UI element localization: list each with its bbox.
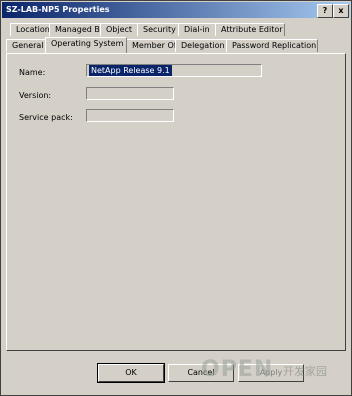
service-pack-label: Service pack:: [19, 113, 73, 122]
title-bar: SZ-LAB-NP5 Properties ? x: [2, 2, 350, 18]
window-title: SZ-LAB-NP5 Properties: [6, 5, 110, 14]
properties-dialog: SZ-LAB-NP5 Properties ? x Location Manag…: [0, 0, 352, 396]
tab-password-replication[interactable]: Password Replication: [226, 39, 318, 52]
tab-location[interactable]: Location: [10, 23, 50, 36]
name-field[interactable]: NetApp Release 9.1: [86, 64, 262, 77]
help-button[interactable]: ?: [317, 4, 333, 18]
name-label: Name:: [19, 68, 46, 77]
tab-managed-by[interactable]: Managed By: [49, 23, 105, 36]
tab-general[interactable]: General: [6, 39, 46, 52]
tab-panel-operating-system: Name: NetApp Release 9.1 Version: Servic…: [6, 53, 346, 351]
name-value: NetApp Release 9.1: [89, 65, 172, 76]
ok-button[interactable]: OK: [97, 363, 165, 383]
close-button[interactable]: x: [333, 4, 349, 18]
tab-attribute-editor[interactable]: Attribute Editor: [215, 23, 285, 36]
tab-operating-system[interactable]: Operating System: [45, 37, 127, 53]
tab-delegation[interactable]: Delegation: [175, 39, 227, 52]
tab-dial-in[interactable]: Dial-in: [178, 23, 216, 36]
version-label: Version:: [19, 91, 52, 100]
watermark-cn: 开发家园: [283, 365, 327, 378]
version-field[interactable]: [86, 87, 174, 100]
tabs-row-top: Location Managed By Object Security Dial…: [10, 23, 285, 36]
watermark-logo: OPEN: [201, 357, 274, 382]
tab-object[interactable]: Object: [100, 23, 138, 36]
tab-security[interactable]: Security: [137, 23, 179, 36]
service-pack-field[interactable]: [86, 109, 174, 122]
tabs-row-bottom: General Operating System Member Of Deleg…: [6, 37, 318, 53]
tab-member-of[interactable]: Member Of: [126, 39, 177, 52]
